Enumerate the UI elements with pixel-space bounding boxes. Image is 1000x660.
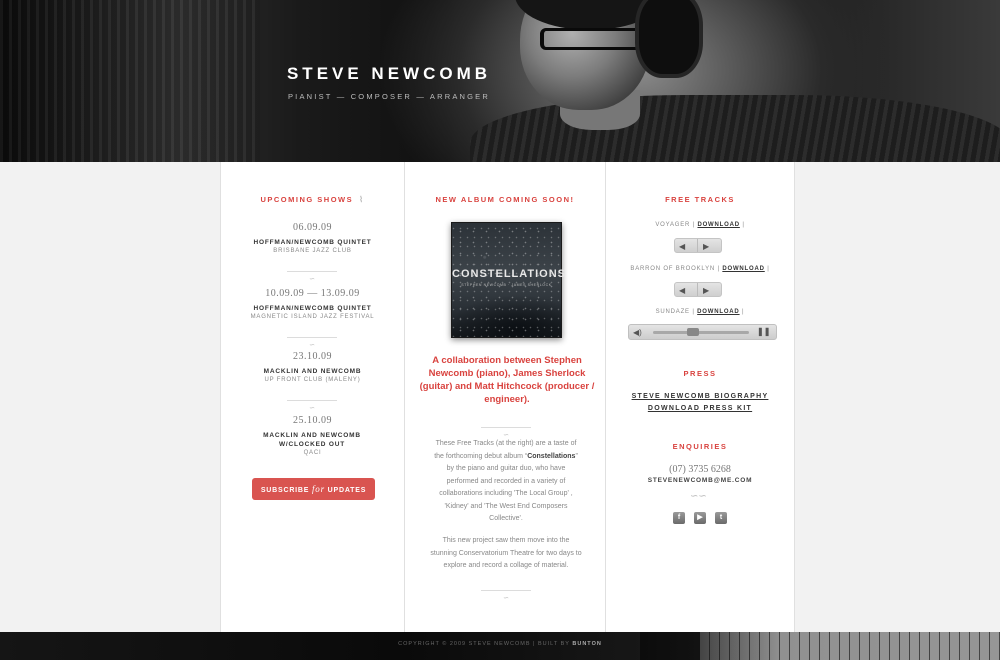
sidebar-column: FREE TRACKS VOYAGER | DOWNLOAD | ◀ ▶ BAR… (606, 162, 794, 632)
player-separator (697, 283, 698, 296)
volume-icon[interactable]: ◀ (679, 286, 685, 295)
show-date: 25.10.09 (293, 415, 332, 426)
phone-number: (07) 3735 6268 (669, 464, 731, 475)
album-cover-title: CONSTELLATIONS (452, 268, 567, 280)
divider-ornament: ∽ (287, 268, 337, 283)
album-collaboration-text: A collaboration between Stephen Newcomb … (419, 355, 595, 405)
subscribe-label-post: UPDATES (324, 487, 367, 494)
press-kit-link[interactable]: DOWNLOAD PRESS KIT (606, 405, 794, 412)
album-description-2: This new project saw them move into the … (430, 537, 582, 569)
album-cover-subtitle: STEPHEN NEWCOMB · JAMES SHERLOCK (461, 283, 552, 287)
volume-icon[interactable]: ◀ (679, 242, 685, 251)
audio-player[interactable]: ◀ ▶ (674, 238, 722, 253)
hero-photo-glasses (540, 28, 647, 50)
facebook-icon[interactable]: f (673, 512, 685, 524)
show-act: MACKLIN AND NEWCOMB (263, 368, 362, 375)
divider-ornament: ∽ (481, 587, 531, 602)
free-tracks-heading: FREE TRACKS (665, 195, 735, 204)
twitter-icon[interactable]: t (715, 512, 727, 524)
album-desc-text: ” by the piano and guitar duo, who have … (439, 452, 578, 523)
swirl-ornament-icon: ∽∽ (690, 491, 707, 502)
play-icon[interactable]: ▶ (703, 242, 709, 251)
upcoming-shows-title: UPCOMING SHOWS (260, 195, 354, 204)
site-title[interactable]: STEVE NEWCOMB (258, 64, 520, 84)
album-cover[interactable]: CONSTELLATIONS STEPHEN NEWCOMB · JAMES S… (451, 222, 567, 338)
download-link[interactable]: DOWNLOAD (697, 309, 739, 315)
audio-player-expanded[interactable]: ◀) ❚❚ (628, 324, 777, 340)
show-venue: QACI (303, 450, 322, 456)
divider-ornament: ∽ (481, 424, 531, 439)
show-date: 10.09.09 — 13.09.09 (265, 288, 360, 299)
enquiries-heading: ENQUIRIES (672, 442, 728, 451)
hero-photo-shirt (470, 95, 1000, 162)
press-heading: PRESS (683, 369, 717, 378)
show-item: 23.10.09 MACKLIN AND NEWCOMB UP FRONT CL… (221, 351, 404, 383)
track-name: VOYAGER (655, 222, 691, 228)
audio-player[interactable]: ◀ ▶ (674, 282, 722, 297)
track-item: SUNDAZE | DOWNLOAD | (655, 309, 745, 315)
brand: STEVE NEWCOMB PIANIST — COMPOSER — ARRAN… (258, 64, 520, 101)
album-cover-stars (452, 223, 561, 337)
show-item: 25.10.09 MACKLIN AND NEWCOMB W/CLOCKED O… (221, 415, 404, 456)
show-venue: UP FRONT CLUB (MALENY) (264, 377, 361, 383)
show-date: 23.10.09 (293, 351, 332, 362)
pause-icon[interactable]: ❚❚ (757, 327, 770, 337)
subscribe-label-for: for (312, 484, 325, 494)
download-link[interactable]: DOWNLOAD (697, 222, 739, 228)
footer: COPYRIGHT © 2009 STEVE NEWCOMB | BUILT B… (0, 632, 1000, 660)
hero-banner: STEVE NEWCOMB PIANIST — COMPOSER — ARRAN… (0, 0, 1000, 162)
builder-link[interactable]: BUNTON (572, 641, 601, 647)
show-date: 06.09.09 (293, 222, 332, 233)
show-act: HOFFMAN/NEWCOMB QUINTET (253, 305, 372, 312)
subscribe-button[interactable]: SUBSCRIBE for UPDATES (252, 478, 375, 500)
album-heading: NEW ALBUM COMING SOON! (435, 195, 575, 204)
subscribe-label-pre: SUBSCRIBE (260, 487, 312, 494)
seek-bar[interactable] (653, 331, 749, 334)
show-act: HOFFMAN/NEWCOMB QUINTET (253, 239, 372, 246)
hero-background (0, 0, 260, 162)
seek-handle[interactable] (687, 328, 699, 336)
download-link[interactable]: DOWNLOAD (722, 266, 764, 272)
show-venue: BRISBANE JAZZ CLUB (273, 248, 352, 254)
track-name: BARRON OF BROOKLYN (630, 266, 716, 272)
copyright-text: COPYRIGHT © 2009 STEVE NEWCOMB | BUILT B… (398, 641, 573, 647)
album-description: These Free Tracks (at the right) are a t… (430, 438, 582, 526)
youtube-icon[interactable]: ▶ (694, 512, 706, 524)
show-item: 06.09.09 HOFFMAN/NEWCOMB QUINTET BRISBAN… (221, 222, 404, 254)
show-item: 10.09.09 — 13.09.09 HOFFMAN/NEWCOMB QUIN… (221, 288, 404, 320)
upcoming-shows-column: UPCOMING SHOWS ⌇ 06.09.09 HOFFMAN/NEWCOMB… (221, 162, 404, 632)
biography-link[interactable]: STEVE NEWCOMB BIOGRAPHY (606, 393, 794, 400)
divider-ornament: ∽ (287, 397, 337, 412)
player-separator (697, 239, 698, 252)
site-tagline: PIANIST — COMPOSER — ARRANGER (287, 92, 491, 101)
track-item: VOYAGER | DOWNLOAD | (655, 222, 745, 228)
divider-ornament: ∽ (287, 334, 337, 349)
show-act: MACKLIN AND NEWCOMB W/CLOCKED OUT (263, 432, 361, 448)
track-item: BARRON OF BROOKLYN | DOWNLOAD | (630, 266, 770, 272)
volume-icon[interactable]: ◀) (633, 328, 642, 337)
rss-icon[interactable]: ⌇ (359, 195, 364, 204)
show-venue: MAGNETIC ISLAND JAZZ FESTIVAL (250, 314, 375, 320)
content-area: UPCOMING SHOWS ⌇ 06.09.09 HOFFMAN/NEWCOMB… (220, 162, 795, 632)
headphones-icon (635, 0, 703, 78)
upcoming-shows-heading: UPCOMING SHOWS ⌇ (221, 195, 404, 204)
album-column: NEW ALBUM COMING SOON! CONSTELLATIONS ST… (404, 162, 606, 632)
track-name: SUNDAZE (655, 309, 690, 315)
email-link[interactable]: STEVENEWCOMB@ME.COM (606, 477, 794, 484)
play-icon[interactable]: ▶ (703, 286, 709, 295)
album-desc-title: Constellations (527, 452, 576, 460)
footer-copyright: COPYRIGHT © 2009 STEVE NEWCOMB | BUILT B… (0, 641, 1000, 647)
